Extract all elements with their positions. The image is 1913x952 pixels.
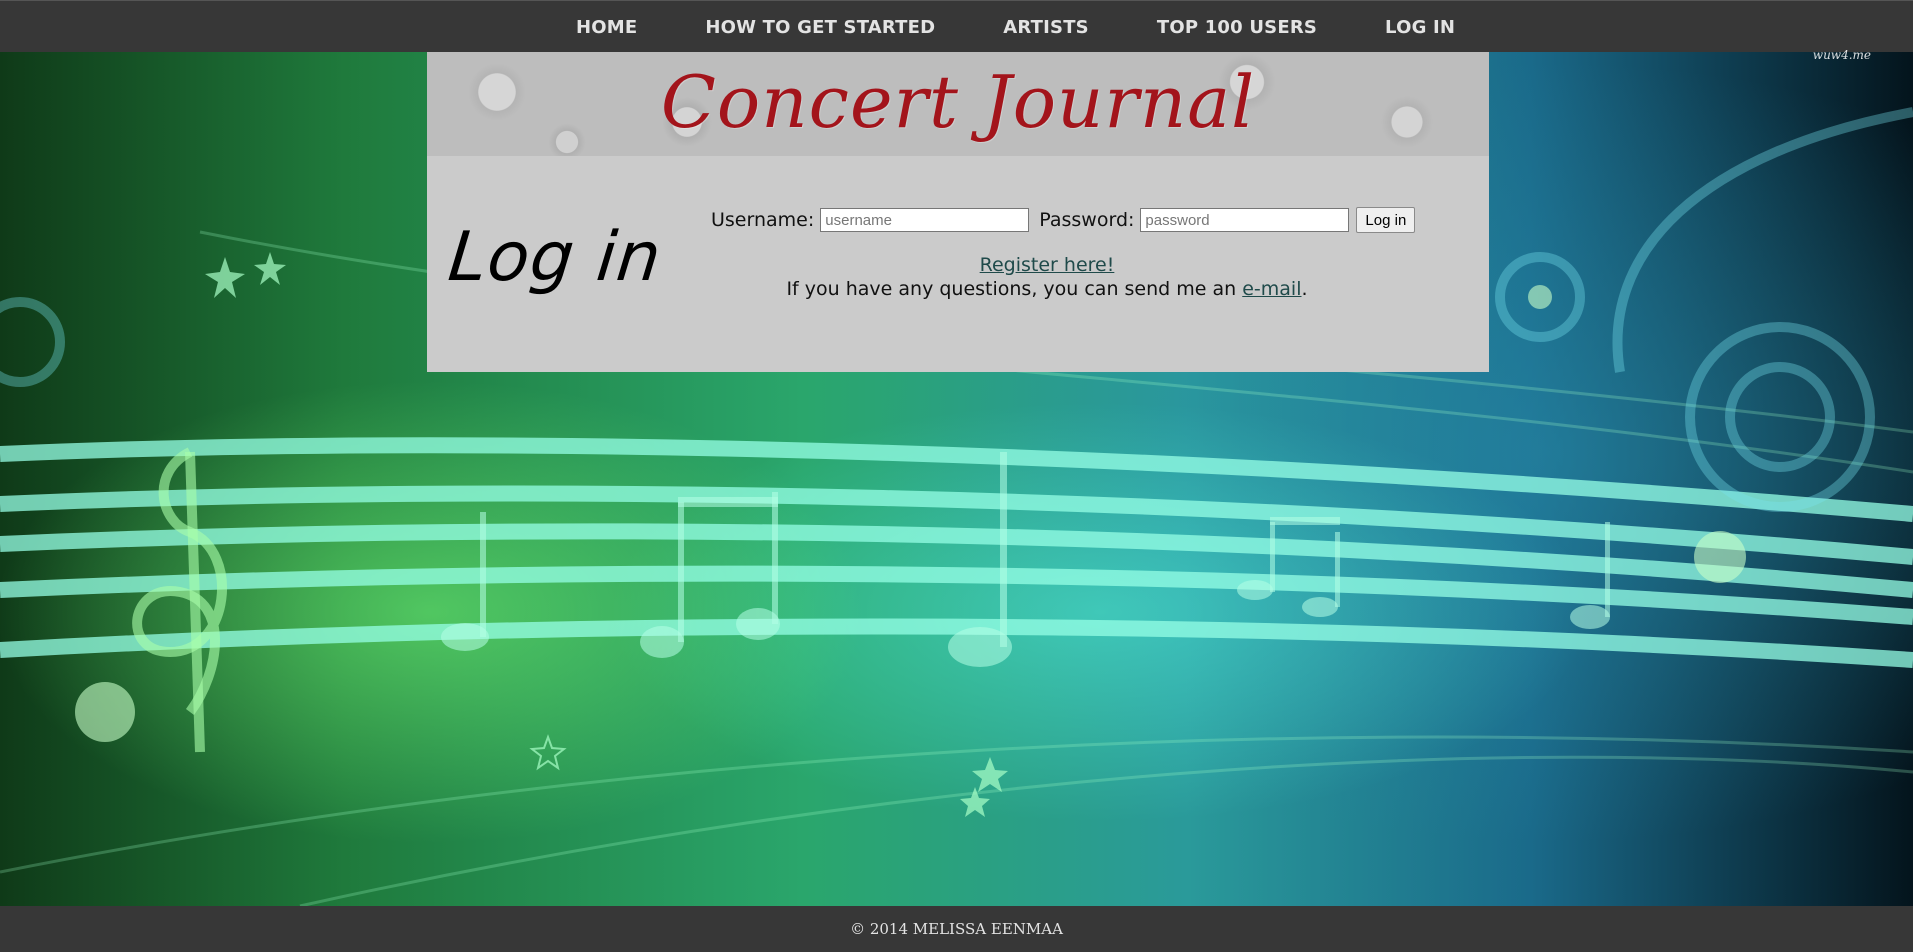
questions-sentence: If you have any questions, you can send … <box>786 278 1243 300</box>
nav-item-home[interactable]: HOME <box>576 17 637 38</box>
site-logo-title: Concert Journal <box>660 60 1256 144</box>
nav-item-artists[interactable]: ARTISTS <box>1003 17 1089 38</box>
copyright-text: © 2014 MELISSA EENMAA <box>850 920 1063 938</box>
nav-item-top-100-users[interactable]: TOP 100 USERS <box>1157 17 1317 38</box>
username-input[interactable] <box>820 208 1030 232</box>
email-link[interactable]: e-mail <box>1242 278 1301 300</box>
login-form: Username: Password: Log in <box>711 207 1416 233</box>
login-button[interactable]: Log in <box>1356 207 1416 233</box>
site-banner: Concert Journal <box>427 52 1489 156</box>
main-content-panel: Concert Journal Log in Username: Passwor… <box>427 52 1489 372</box>
register-link[interactable]: Register here! <box>427 254 1667 276</box>
username-label: Username: <box>711 209 815 231</box>
wallpaper-watermark: wuw4.me <box>1812 48 1871 62</box>
nav-item-log-in[interactable]: LOG IN <box>1385 17 1455 38</box>
nav-menu: HOME HOW TO GET STARTED ARTISTS TOP 100 … <box>576 1 1455 53</box>
nav-item-how-to-get-started[interactable]: HOW TO GET STARTED <box>705 17 935 38</box>
questions-end: . <box>1301 278 1308 300</box>
footer: © 2014 MELISSA EENMAA <box>0 906 1913 952</box>
top-navigation-bar: HOME HOW TO GET STARTED ARTISTS TOP 100 … <box>0 0 1913 52</box>
questions-text: If you have any questions, you can send … <box>427 278 1667 300</box>
password-label: Password: <box>1039 209 1135 231</box>
password-input[interactable] <box>1140 208 1350 232</box>
